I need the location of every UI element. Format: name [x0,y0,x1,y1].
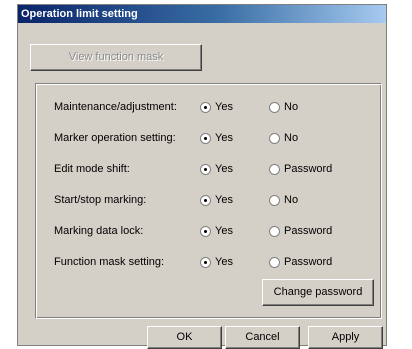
setting-row-edit-mode: Edit mode shift: Yes Password [54,163,333,175]
setting-row-maintenance: Maintenance/adjustment: Yes No [54,101,299,113]
operation-limit-dialog: Operation limit setting View function ma… [17,4,387,349]
radio-selected-icon [200,257,211,268]
radio-selected-icon [200,133,211,144]
setting-row-marker-operation: Marker operation setting: Yes No [54,132,299,144]
radio-unselected-icon [269,195,280,206]
setting-label: Marker operation setting: [54,132,176,144]
ok-button[interactable]: OK [147,326,222,349]
setting-row-start-stop: Start/stop marking: Yes No [54,194,299,206]
setting-label: Function mask setting: [54,256,165,268]
cancel-button[interactable]: Cancel [225,326,300,349]
setting-row-function-mask: Function mask setting: Yes Password [54,256,333,268]
radio-unselected-icon [269,226,280,237]
radio-selected-icon [200,226,211,237]
settings-group: Maintenance/adjustment: Yes No Marker op… [35,83,382,319]
setting-label: Edit mode shift: [54,163,130,175]
setting-label: Marking data lock: [54,225,144,237]
radio-selected-icon [200,195,211,206]
change-password-button[interactable]: Change password [262,279,374,306]
setting-row-data-lock: Marking data lock: Yes Password [54,225,333,237]
setting-label: Start/stop marking: [54,194,147,206]
apply-button[interactable]: Apply [308,326,383,349]
radio-unselected-icon [269,164,280,175]
radio-unselected-icon [269,133,280,144]
radio-selected-icon [200,102,211,113]
view-function-mask-button[interactable]: View function mask [30,44,202,71]
radio-unselected-icon [269,102,280,113]
radio-unselected-icon [269,257,280,268]
radio-selected-icon [200,164,211,175]
setting-label: Maintenance/adjustment: [54,101,177,113]
dialog-title: Operation limit setting [18,5,386,23]
